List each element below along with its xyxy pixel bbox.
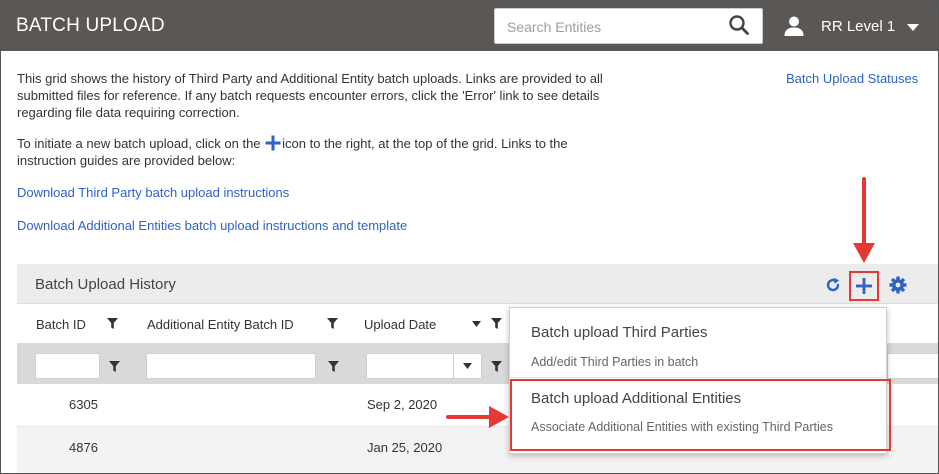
column-header-additional-entity-batch-id[interactable]: Additional Entity Batch ID: [147, 317, 294, 332]
column-header-batch-id[interactable]: Batch ID: [36, 317, 86, 332]
add-batch-upload-button[interactable]: [849, 271, 879, 301]
ae-batch-id-filter-input[interactable]: [146, 353, 316, 379]
funnel-icon[interactable]: [491, 318, 502, 329]
funnel-icon[interactable]: [109, 361, 120, 372]
menu-item-subtitle: Add/edit Third Parties in batch: [531, 355, 699, 369]
menu-item-title: Batch upload Additional Entities: [531, 390, 742, 407]
gear-icon[interactable]: [889, 276, 907, 294]
sort-down-icon[interactable]: [472, 321, 481, 327]
refresh-icon[interactable]: [825, 277, 841, 293]
plus-icon: [265, 135, 281, 151]
column-header-upload-date[interactable]: Upload Date: [364, 317, 436, 332]
grid-title: Batch Upload History: [35, 276, 176, 293]
funnel-icon[interactable]: [327, 318, 338, 329]
batch-upload-statuses-link[interactable]: Batch Upload Statuses: [786, 71, 918, 86]
upload-date-filter-select[interactable]: [366, 353, 482, 379]
menu-item-batch-upload-third-parties[interactable]: Batch upload Third Parties Add/edit Thir…: [510, 308, 886, 378]
plus-icon: [856, 278, 872, 294]
batch-id-filter-input[interactable]: [35, 353, 100, 379]
page-title: BATCH UPLOAD: [16, 15, 165, 36]
search-box[interactable]: [494, 8, 763, 44]
funnel-icon[interactable]: [491, 361, 502, 372]
cell-upload-date: Jan 25, 2020: [367, 440, 443, 455]
menu-item-batch-upload-additional-entities[interactable]: Batch upload Additional Entities Associa…: [510, 378, 886, 454]
funnel-icon[interactable]: [107, 318, 118, 329]
app-window: BATCH UPLOAD RR Level 1 This grid shows …: [0, 0, 939, 474]
search-icon[interactable]: [728, 14, 750, 36]
funnel-icon[interactable]: [328, 361, 339, 372]
filter-input-partial[interactable]: [887, 353, 938, 379]
cell-batch-id: 6305: [69, 397, 98, 412]
menu-item-title: Batch upload Third Parties: [531, 324, 708, 341]
select-divider: [453, 354, 454, 378]
chevron-down-icon[interactable]: [906, 23, 920, 32]
grid-toolbar: Batch Upload History: [17, 264, 938, 304]
cell-batch-id: 4876: [69, 440, 98, 455]
intro-instruction-before: To initiate a new batch upload, click on…: [17, 136, 261, 151]
chevron-down-icon: [463, 363, 472, 369]
menu-item-subtitle: Associate Additional Entities with exist…: [531, 420, 834, 434]
search-input[interactable]: [507, 17, 722, 37]
top-header: BATCH UPLOAD RR Level 1: [1, 1, 938, 51]
add-batch-upload-menu: Batch upload Third Parties Add/edit Thir…: [509, 307, 887, 454]
additional-entities-instructions-link[interactable]: Download Additional Entities batch uploa…: [17, 218, 407, 233]
intro-instruction: To initiate a new batch upload, click on…: [17, 135, 617, 169]
annotation-arrow-down: [853, 177, 875, 263]
cell-upload-date: Sep 2, 2020: [367, 397, 438, 412]
third-party-instructions-link[interactable]: Download Third Party batch upload instru…: [17, 185, 289, 200]
intro-paragraph: This grid shows the history of Third Par…: [17, 71, 603, 120]
user-name[interactable]: RR Level 1: [821, 18, 895, 35]
user-icon[interactable]: [783, 15, 805, 37]
